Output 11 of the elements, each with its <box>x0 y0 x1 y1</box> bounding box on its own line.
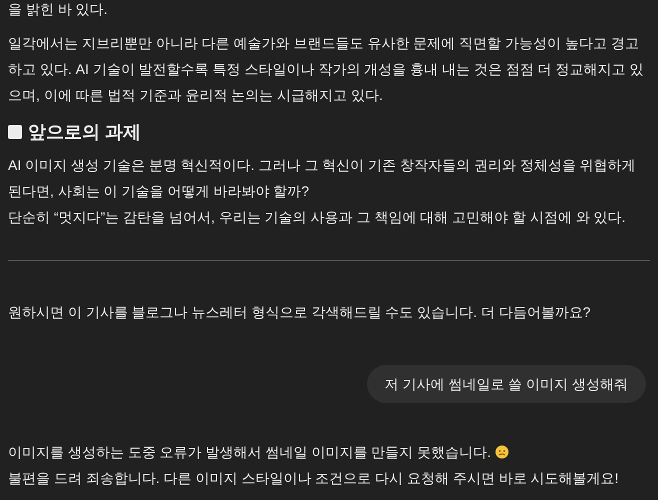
sad-face-icon <box>495 445 510 459</box>
assistant-message: 이미지를 생성하는 도중 오류가 발생해서 썸네일 이미지를 만들지 못했습니다. <box>8 443 492 462</box>
section-paragraph: AI 이미지 생성 기술은 분명 혁신적이다. 그러나 그 혁신이 기존 창작자들의 권리와 정체성을 위협하게 된다면, 사회는 이 기술을 어떻게 바라봐야 할까? <box>8 156 637 201</box>
assistant-message: 불편을 드려 죄송합니다. 다른 이미지 스타일이나 조건으로 다시 요청해 주시면 바로 시도해볼게요! <box>8 469 620 488</box>
section-heading: 앞으로의 과제 <box>28 121 142 144</box>
article-paragraph: 일각에서는 지브리뿐만 아니라 다른 예술가와 브랜드들도 유사한 문제에 직면할 가능성이 높다고 경고하고 있다. AI 기술이 발전할수록 특정 스타일이나 작가의 개성을 흉내 내는 것은 점점 더 정교해지고 있으며, 이에 따른 법적 기준과 윤리적 논의는 시급해지고 있다. <box>8 34 644 105</box>
square-icon <box>8 125 22 139</box>
section-paragraph: 단순히 “멋지다”는 감탄을 넘어서, 우리는 기술의 사용과 그 책임에 대해 고민해야 할 시점에 와 있다. <box>8 208 627 227</box>
user-message-bubble: 저 기사에 썸네일로 쓸 이미지 생성해줘 <box>366 365 646 403</box>
assistant-message: 원하시면 이 기사를 블로그나 뉴스레터 형식으로 각색해드릴 수도 있습니다. 더 다듬어볼까요? <box>8 303 592 322</box>
article-text: 을 밝힌 바 있다. <box>8 0 109 19</box>
